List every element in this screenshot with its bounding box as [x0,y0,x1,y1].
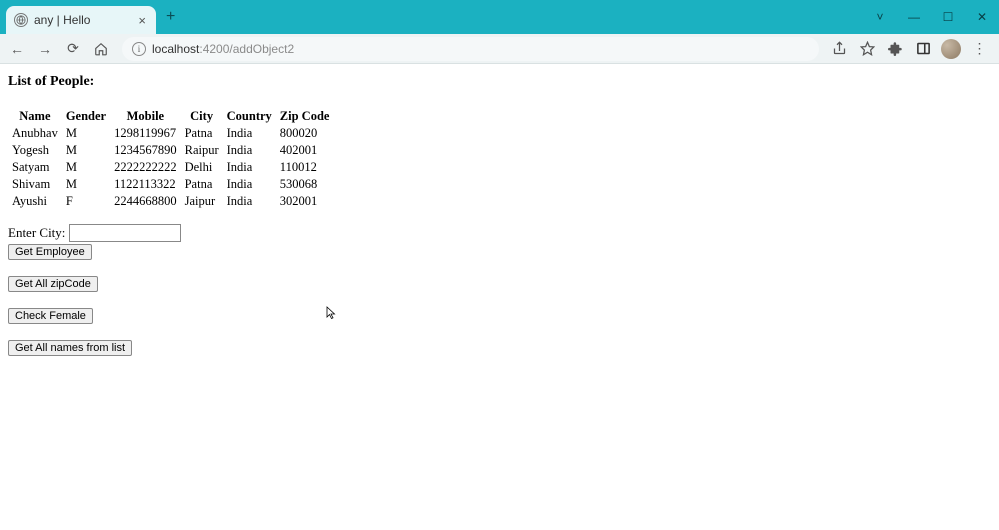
cell-mobile: 2244668800 [110,193,181,210]
cell-name: Ayushi [8,193,62,210]
window-controls: ˅ ― ☐ ✕ [863,0,999,34]
check-female-button[interactable]: Check Female [8,308,93,324]
profile-avatar[interactable] [941,39,961,59]
cell-city: Raipur [181,142,223,159]
cell-name: Yogesh [8,142,62,159]
cell-city: Patna [181,125,223,142]
table-row: SatyamM2222222222DelhiIndia110012 [8,159,333,176]
forward-icon[interactable]: → [34,38,56,60]
close-icon[interactable]: × [136,13,148,28]
reload-icon[interactable]: ⟳ [62,38,84,60]
cell-gender: M [62,125,110,142]
globe-icon [14,13,28,27]
cell-name: Satyam [8,159,62,176]
cell-gender: M [62,142,110,159]
city-input[interactable] [69,224,181,242]
browser-tab[interactable]: any | Hello × [6,6,156,34]
url-text: localhost:4200/addObject2 [152,42,294,56]
col-city: City [181,108,223,125]
site-info-icon[interactable]: i [132,42,146,56]
cell-zip: 530068 [276,176,334,193]
people-table: Name Gender Mobile City Country Zip Code… [8,108,333,210]
table-row: AnubhavM1298119967PatnaIndia800020 [8,125,333,142]
cell-mobile: 2222222222 [110,159,181,176]
cell-country: India [223,176,276,193]
cell-gender: M [62,159,110,176]
cell-gender: F [62,193,110,210]
page-heading: List of People: [8,74,991,90]
col-gender: Gender [62,108,110,125]
cell-mobile: 1234567890 [110,142,181,159]
cell-zip: 110012 [276,159,334,176]
cell-city: Jaipur [181,193,223,210]
tab-title: any | Hello [34,13,90,27]
enter-city-label: Enter City: [8,225,65,241]
cell-city: Patna [181,176,223,193]
cell-name: Shivam [8,176,62,193]
get-employee-button[interactable]: Get Employee [8,244,92,260]
table-header-row: Name Gender Mobile City Country Zip Code [8,108,333,125]
cell-name: Anubhav [8,125,62,142]
minimize-icon[interactable]: ― [897,10,931,24]
col-name: Name [8,108,62,125]
cell-zip: 302001 [276,193,334,210]
table-row: AyushiF2244668800JaipurIndia302001 [8,193,333,210]
caret-down-icon[interactable]: ˅ [863,10,897,24]
maximize-icon[interactable]: ☐ [931,10,965,24]
extensions-icon[interactable] [885,39,905,59]
browser-titlebar: any | Hello × + ˅ ― ☐ ✕ [0,0,999,34]
cell-gender: M [62,176,110,193]
city-form-row: Enter City: [8,224,991,242]
home-icon[interactable] [90,38,112,60]
window-close-icon[interactable]: ✕ [965,10,999,24]
menu-icon[interactable]: ⋮ [969,39,989,59]
share-icon[interactable] [829,39,849,59]
address-bar[interactable]: i localhost:4200/addObject2 [122,37,819,61]
cell-country: India [223,125,276,142]
cell-mobile: 1298119967 [110,125,181,142]
star-icon[interactable] [857,39,877,59]
new-tab-button[interactable]: + [156,8,185,26]
browser-toolbar: ← → ⟳ i localhost:4200/addObject2 ⋮ [0,34,999,64]
cell-city: Delhi [181,159,223,176]
get-all-names-button[interactable]: Get All names from list [8,340,132,356]
page-content: List of People: Name Gender Mobile City … [0,64,999,366]
cell-country: India [223,142,276,159]
panel-icon[interactable] [913,39,933,59]
col-zip: Zip Code [276,108,334,125]
back-icon[interactable]: ← [6,38,28,60]
cell-country: India [223,193,276,210]
cell-zip: 402001 [276,142,334,159]
col-country: Country [223,108,276,125]
cell-country: India [223,159,276,176]
cell-mobile: 1122113322 [110,176,181,193]
col-mobile: Mobile [110,108,181,125]
get-all-zipcode-button[interactable]: Get All zipCode [8,276,98,292]
table-row: YogeshM1234567890RaipurIndia402001 [8,142,333,159]
cell-zip: 800020 [276,125,334,142]
table-row: ShivamM1122113322PatnaIndia530068 [8,176,333,193]
